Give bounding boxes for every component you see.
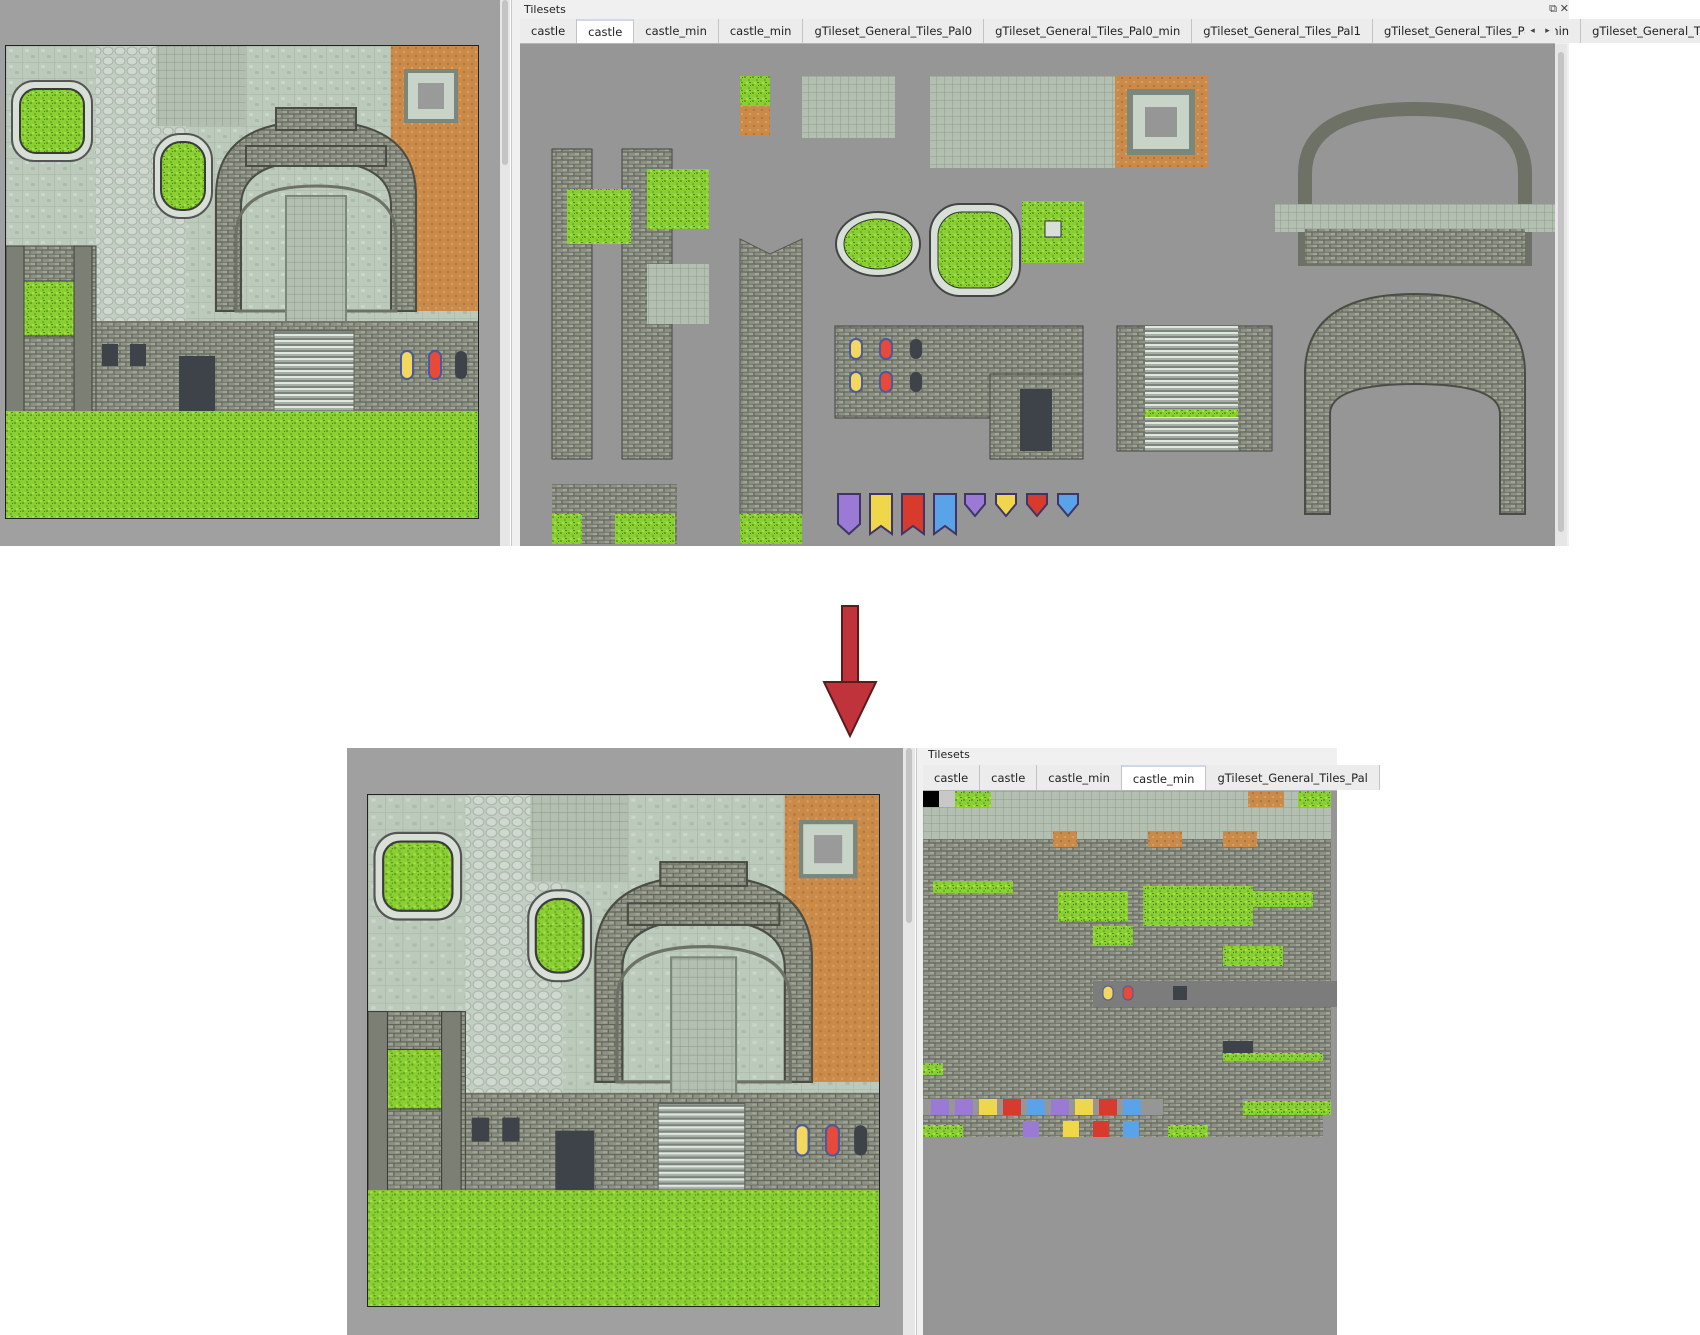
bottom-map-scrollbar[interactable] (903, 748, 915, 1335)
bottom-tileset-panel: Tilesets castle castle castle_min castle… (916, 748, 1380, 1335)
top-map-canvas[interactable] (5, 45, 479, 519)
top-tileset-tabbar: castle castle castle_min castle_min gTil… (520, 19, 1700, 44)
tab-castle-min[interactable]: castle_min (634, 19, 719, 43)
tab-castle-min-active[interactable]: castle_min (1121, 765, 1207, 790)
top-tileset-scroll-thumb[interactable] (1558, 52, 1564, 532)
tab-castle-min[interactable]: castle_min (1037, 765, 1122, 790)
tab-scroll-buttons: ◂ ▸ (1525, 19, 1555, 43)
top-map-render (6, 46, 478, 518)
top-tileset-panel: Tilesets ⧉ ✕ castle castle castle_min ca… (511, 0, 1700, 546)
bottom-map-canvas[interactable] (367, 794, 880, 1307)
tab-castle-min-2[interactable]: castle_min (718, 19, 804, 43)
top-map-scrollbar[interactable] (500, 0, 510, 546)
tab-scroll-left-icon[interactable]: ◂ (1525, 19, 1540, 43)
tab-castle[interactable]: castle (923, 765, 981, 790)
tab-general-pal0[interactable]: gTileset_General_Tiles_Pal0 (803, 19, 985, 43)
tab-castle-2[interactable]: castle (980, 765, 1038, 790)
top-tileset-title: Tilesets (524, 3, 566, 16)
bottom-map-scroll-thumb[interactable] (906, 748, 912, 923)
tab-general-pal[interactable]: gTileset_General_Tiles_Pal (1206, 765, 1380, 790)
restore-icon[interactable]: ⧉ (1549, 2, 1557, 16)
tab-castle-active[interactable]: castle (577, 19, 635, 43)
tab-castle[interactable]: castle (520, 19, 578, 43)
down-arrow-icon (822, 605, 878, 739)
bottom-tileset-tabbar: castle castle castle_min castle_min gTil… (923, 765, 1380, 791)
bottom-map-panel (347, 748, 903, 1335)
top-map-scroll-thumb[interactable] (502, 0, 508, 165)
top-tileset-scrollbar[interactable] (1555, 44, 1567, 546)
bottom-tileset-render (923, 791, 1337, 1335)
bottom-tileset-title: Tilesets (928, 748, 970, 761)
tab-general-pal1[interactable]: gTileset_General_Tiles_Pal1 (1192, 19, 1373, 43)
tab-general-truncated[interactable]: gTileset_General_Til (1581, 19, 1700, 43)
bottom-map-render (368, 795, 879, 1306)
close-icon[interactable]: ✕ (1560, 2, 1569, 15)
top-tileset-view[interactable] (520, 44, 1555, 546)
tab-general-pal0-min[interactable]: gTileset_General_Tiles_Pal0_min (984, 19, 1193, 43)
top-tileset-render (551, 76, 1555, 545)
tab-scroll-right-icon[interactable]: ▸ (1540, 19, 1555, 43)
top-map-panel (0, 0, 500, 546)
bottom-tileset-view[interactable] (923, 791, 1337, 1335)
